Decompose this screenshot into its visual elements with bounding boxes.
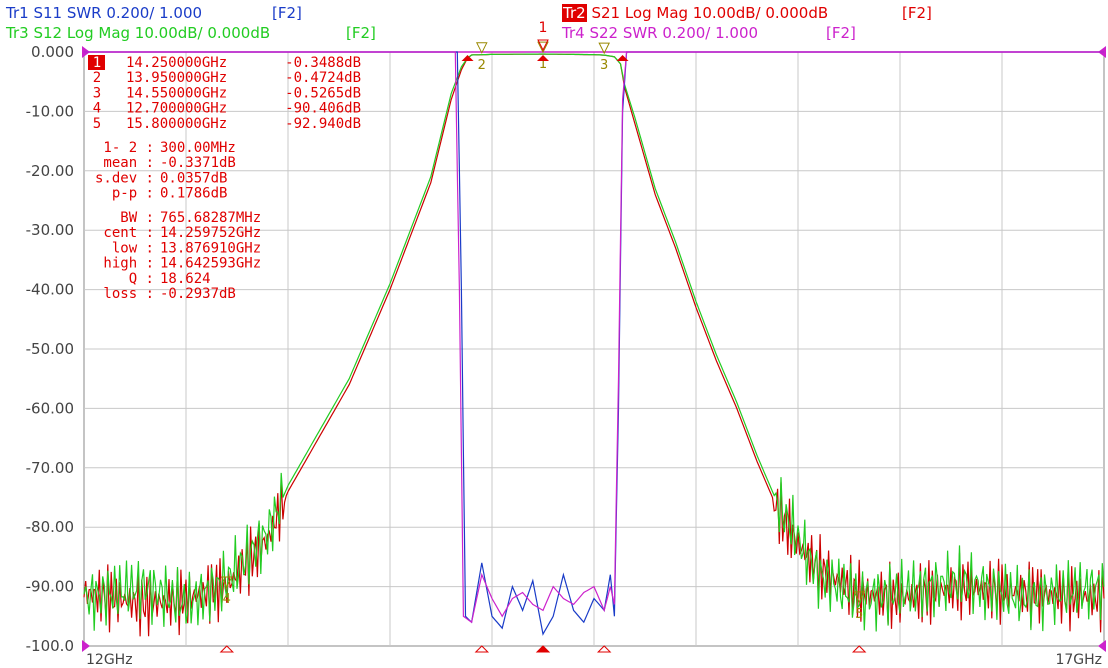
stats-value: 300.00MHz [160, 140, 236, 156]
stats-key: 1- 2 : [103, 140, 154, 156]
y-tick-label: -100.0 [26, 637, 74, 655]
vna-chart[interactable]: 0.000 -10.00 -20.00 -30.00 -40.00 -50.00 -60.0… [0, 0, 1108, 668]
stats-key: mean : [103, 155, 154, 171]
stats-key: p-p : [112, 186, 154, 202]
y-tick-label: -60.00 [26, 399, 74, 417]
marker-5-axis-pointer [851, 645, 867, 653]
bandwidth-value: -0.2937dB [160, 286, 236, 302]
marker-table-number: 5 [93, 116, 101, 132]
marker-table-frequency: 12.700000GHz [126, 101, 227, 117]
active-marker-top-label: 1 [539, 20, 548, 36]
marker-table-number: 1 [93, 55, 101, 71]
marker-table-frequency: 15.800000GHz [126, 116, 227, 132]
bandwidth-value: 13.876910GHz [160, 240, 261, 256]
marker-table-value: -0.3488dB [285, 55, 361, 71]
marker-4-axis-pointer [219, 645, 235, 653]
stats-value: 0.1786dB [160, 186, 227, 202]
marker-table-value: -0.5265dB [285, 85, 361, 101]
marker-1-axis-pointer [535, 645, 551, 653]
marker-table-value: -90.406dB [285, 101, 361, 117]
marker-table-number: 2 [93, 70, 101, 86]
y-tick-label: 0.000 [31, 43, 74, 61]
y-tick-label: -80.00 [26, 518, 74, 536]
x-axis-start-label: 12GHz [86, 652, 133, 668]
bandwidth-key: high : [103, 256, 154, 272]
y-tick-label: -10.00 [26, 102, 74, 120]
marker-2-label: 2 [478, 58, 486, 73]
stats-value: 0.0357dB [160, 170, 227, 186]
marker-4-label: 4 [223, 592, 231, 607]
y-tick-label: -20.00 [26, 162, 74, 180]
bandwidth-value: 14.259752GHz [160, 225, 261, 241]
marker-5-label: 5 [855, 607, 863, 622]
y-tick-label: -40.00 [26, 281, 74, 299]
bandwidth-value: 14.642593GHz [160, 256, 261, 272]
bandwidth-key: BW : [120, 210, 154, 226]
marker-table-number: 4 [93, 101, 101, 117]
bandwidth-value: 765.68287MHz [160, 210, 261, 226]
bandwidth-key: cent : [103, 225, 154, 241]
marker-table-frequency: 14.550000GHz [126, 85, 227, 101]
y-tick-label: -70.00 [26, 459, 74, 477]
stats-value: -0.3371dB [160, 155, 236, 171]
marker-3-axis-pointer [596, 645, 612, 653]
marker-table-value: -0.4724dB [285, 70, 361, 86]
x-axis-stop-label: 17GHz [1055, 652, 1102, 668]
y-tick-label: -50.00 [26, 340, 74, 358]
stats-key: s.dev : [95, 170, 154, 186]
marker-table-number: 3 [93, 85, 101, 101]
bandwidth-key: low : [112, 240, 154, 256]
marker-table-value: -92.940dB [285, 116, 361, 132]
y-tick-label: -90.00 [26, 578, 74, 596]
bandwidth-key: loss : [103, 286, 154, 302]
marker-3-label: 3 [600, 58, 608, 73]
bandwidth-key: Q : [129, 271, 154, 287]
marker-2-axis-pointer [474, 645, 490, 653]
marker-table-frequency: 13.950000GHz [126, 70, 227, 86]
bandwidth-value: 18.624 [160, 271, 211, 287]
y-tick-label: -30.00 [26, 221, 74, 239]
marker-table-frequency: 14.250000GHz [126, 55, 227, 71]
